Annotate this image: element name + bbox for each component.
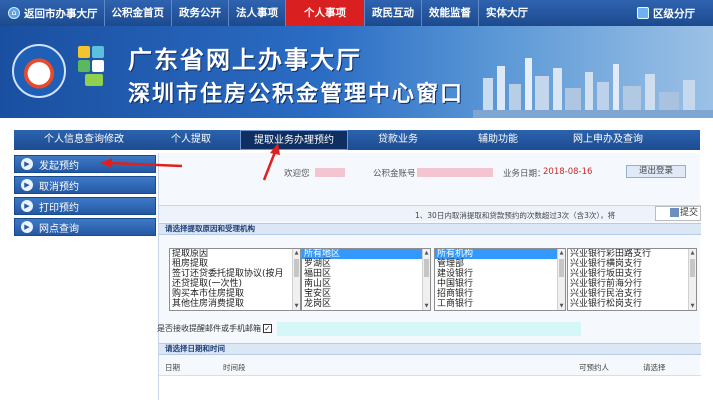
- list-item[interactable]: 中国银行: [435, 279, 565, 289]
- sub-nav: 个人信息查询修改 个人提取 提取业务办理预约 贷款业务 辅助功能 网上申办及查询: [14, 130, 700, 150]
- list-item[interactable]: 兴业银行坂田支行: [568, 269, 696, 279]
- housing-fund-logo-icon: [74, 46, 118, 96]
- district-label: 区级分厅: [653, 7, 695, 20]
- institution-listbox[interactable]: 所有机构 管理部 建设银行 中国银行 招商银行 工商银行 ▲ ▼: [434, 248, 566, 311]
- subnav-auxiliary[interactable]: 辅助功能: [448, 130, 548, 150]
- subnav-personal-withdrawal[interactable]: 个人提取: [154, 130, 228, 150]
- list-item[interactable]: 兴业银行彩田路支行: [568, 249, 696, 259]
- notice-bar: 1、30日内取消提取和贷款预约的次数超过3次（含3次），将 提交: [159, 205, 701, 221]
- menu-label: 取消预约: [39, 181, 79, 193]
- menu-initiate-appointment[interactable]: ▶ 发起预约: [14, 155, 156, 173]
- col-date: 日期: [165, 363, 180, 372]
- email-row-highlight: [277, 322, 581, 336]
- table-body: [159, 375, 701, 400]
- list-item[interactable]: 其他住房消费提取: [170, 299, 300, 309]
- menu-label: 打印预约: [39, 202, 79, 214]
- list-item[interactable]: 提取原因: [170, 249, 300, 259]
- email-reminder-checkbox[interactable]: ✓: [263, 324, 272, 333]
- submit-button[interactable]: 提交: [655, 206, 701, 221]
- branch-listbox[interactable]: 兴业银行彩田路支行 兴业银行横岗支行 兴业银行坂田支行 兴业银行前海分行 兴业银…: [567, 248, 697, 311]
- arrow-right-icon: ▶: [21, 158, 33, 170]
- list-item[interactable]: 兴业银行松岗支行: [568, 299, 696, 309]
- listbox-scrollbar[interactable]: ▲ ▼: [688, 249, 696, 310]
- submit-label: 提交: [679, 208, 698, 218]
- district-listbox[interactable]: 所有地区 罗湖区 福田区 南山区 宝安区 龙岗区 ▲ ▼: [301, 248, 431, 311]
- listbox-scrollbar[interactable]: ▲ ▼: [557, 249, 565, 310]
- menu-print-appointment[interactable]: ▶ 打印预约: [14, 197, 156, 215]
- business-date-label: 业务日期：: [503, 169, 546, 179]
- welcome-label: 欢迎您: [284, 169, 310, 179]
- arrow-right-icon: ▶: [21, 200, 33, 212]
- notice-text: 1、30日内取消提取和贷款预约的次数超过3次（含3次），将: [415, 211, 616, 220]
- table-header: 日期 时间段 可预约人 请选择: [159, 362, 701, 372]
- nav-gov-affairs[interactable]: 政务公开: [171, 0, 228, 26]
- list-item[interactable]: 兴业银行横岗支行: [568, 259, 696, 269]
- section-datetime-header: 请选择日期和时间: [159, 343, 701, 355]
- nav-supervision[interactable]: 效能监督: [421, 0, 478, 26]
- col-available: 可预约人: [579, 363, 609, 372]
- list-item[interactable]: 兴业银行前海分行: [568, 279, 696, 289]
- list-item[interactable]: 签订还贷委托提取协议(按月: [170, 269, 300, 279]
- left-menu: ▶ 发起预约 ▶ 取消预约 ▶ 打印预约 ▶ 网点查询: [14, 155, 156, 239]
- back-to-city-hall-link[interactable]: ⌂ 返回市办事大厅: [0, 0, 104, 26]
- col-time-slot: 时间段: [223, 363, 246, 372]
- logout-button[interactable]: 退出登录: [626, 165, 686, 178]
- city-skyline-image: [473, 58, 713, 118]
- nav-legal-person[interactable]: 法人事项: [228, 0, 285, 26]
- list-item[interactable]: 龙岗区: [302, 299, 430, 309]
- province-logo-icon: [12, 44, 66, 98]
- list-item[interactable]: 还贷提取(一次性): [170, 279, 300, 289]
- main-content: 欢迎您 公积金账号 业务日期： 2018-08-16 退出登录 1、30日内取消…: [157, 153, 701, 400]
- arrow-right-icon: ▶: [21, 221, 33, 233]
- nav-physical-hall[interactable]: 实体大厅: [478, 0, 535, 26]
- list-item[interactable]: 福田区: [302, 269, 430, 279]
- account-label: 公积金账号: [373, 169, 416, 179]
- back-label: 返回市办事大厅: [24, 7, 98, 20]
- listbox-scrollbar[interactable]: ▲ ▼: [422, 249, 430, 310]
- list-item[interactable]: 南山区: [302, 279, 430, 289]
- menu-label: 发起预约: [39, 160, 79, 172]
- col-select: 请选择: [643, 363, 666, 372]
- list-item[interactable]: 管理部: [435, 259, 565, 269]
- menu-branch-query[interactable]: ▶ 网点查询: [14, 218, 156, 236]
- email-reminder-row: 是否接收提醒邮件或手机邮箱 ✓: [157, 323, 272, 335]
- list-item[interactable]: 工商银行: [435, 299, 565, 309]
- business-date-value: 2018-08-16: [543, 167, 593, 177]
- redacted-name: [315, 168, 345, 177]
- nav-personal-affairs[interactable]: 个人事项: [285, 0, 364, 26]
- list-item[interactable]: 罗湖区: [302, 259, 430, 269]
- banner-title-line1: 广东省网上办事大厅: [128, 46, 362, 74]
- reason-listbox[interactable]: 提取原因 租房提取 签订还贷委托提取协议(按月 还贷提取(一次性) 购买本市住房…: [169, 248, 301, 311]
- list-item[interactable]: 宝安区: [302, 289, 430, 299]
- list-item[interactable]: 兴业银行民治支行: [568, 289, 696, 299]
- subnav-withdrawal-appointment[interactable]: 提取业务办理预约: [240, 130, 348, 150]
- list-item[interactable]: 招商银行: [435, 289, 565, 299]
- user-info-bar: 欢迎您 公积金账号 业务日期： 2018-08-16 退出登录: [159, 153, 701, 189]
- list-item-selected[interactable]: 所有机构: [435, 249, 565, 259]
- subnav-personal-info[interactable]: 个人信息查询修改: [14, 130, 154, 150]
- redacted-account: [417, 168, 493, 177]
- list-item[interactable]: 租房提取: [170, 259, 300, 269]
- district-hall-link[interactable]: 区级分厅: [637, 6, 713, 21]
- grid-icon: [637, 7, 649, 19]
- subnav-online-application[interactable]: 网上申办及查询: [548, 130, 668, 150]
- nav-gjj-home[interactable]: 公积金首页: [103, 0, 172, 26]
- menu-cancel-appointment[interactable]: ▶ 取消预约: [14, 176, 156, 194]
- banner-title-line2: 深圳市住房公积金管理中心窗口: [128, 82, 465, 107]
- email-reminder-label: 是否接收提醒邮件或手机邮箱: [157, 324, 261, 333]
- arrow-right-icon: ▶: [21, 179, 33, 191]
- top-nav: ⌂ 返回市办事大厅 公积金首页 政务公开 法人事项 个人事项 政民互动 效能监督…: [0, 0, 713, 26]
- header-banner: 广东省网上办事大厅 深圳市住房公积金管理中心窗口: [0, 26, 713, 118]
- list-item[interactable]: 购买本市住房提取: [170, 289, 300, 299]
- listbox-scrollbar[interactable]: ▲ ▼: [292, 249, 300, 310]
- subnav-loan-business[interactable]: 贷款业务: [348, 130, 448, 150]
- list-item[interactable]: 建设银行: [435, 269, 565, 279]
- list-item-selected[interactable]: 所有地区: [302, 249, 430, 259]
- submit-icon: [669, 208, 679, 217]
- section-reason-header: 请选择提取原因和受理机构: [159, 223, 701, 235]
- home-icon: ⌂: [8, 7, 20, 19]
- menu-label: 网点查询: [39, 223, 79, 235]
- nav-interaction[interactable]: 政民互动: [364, 0, 421, 26]
